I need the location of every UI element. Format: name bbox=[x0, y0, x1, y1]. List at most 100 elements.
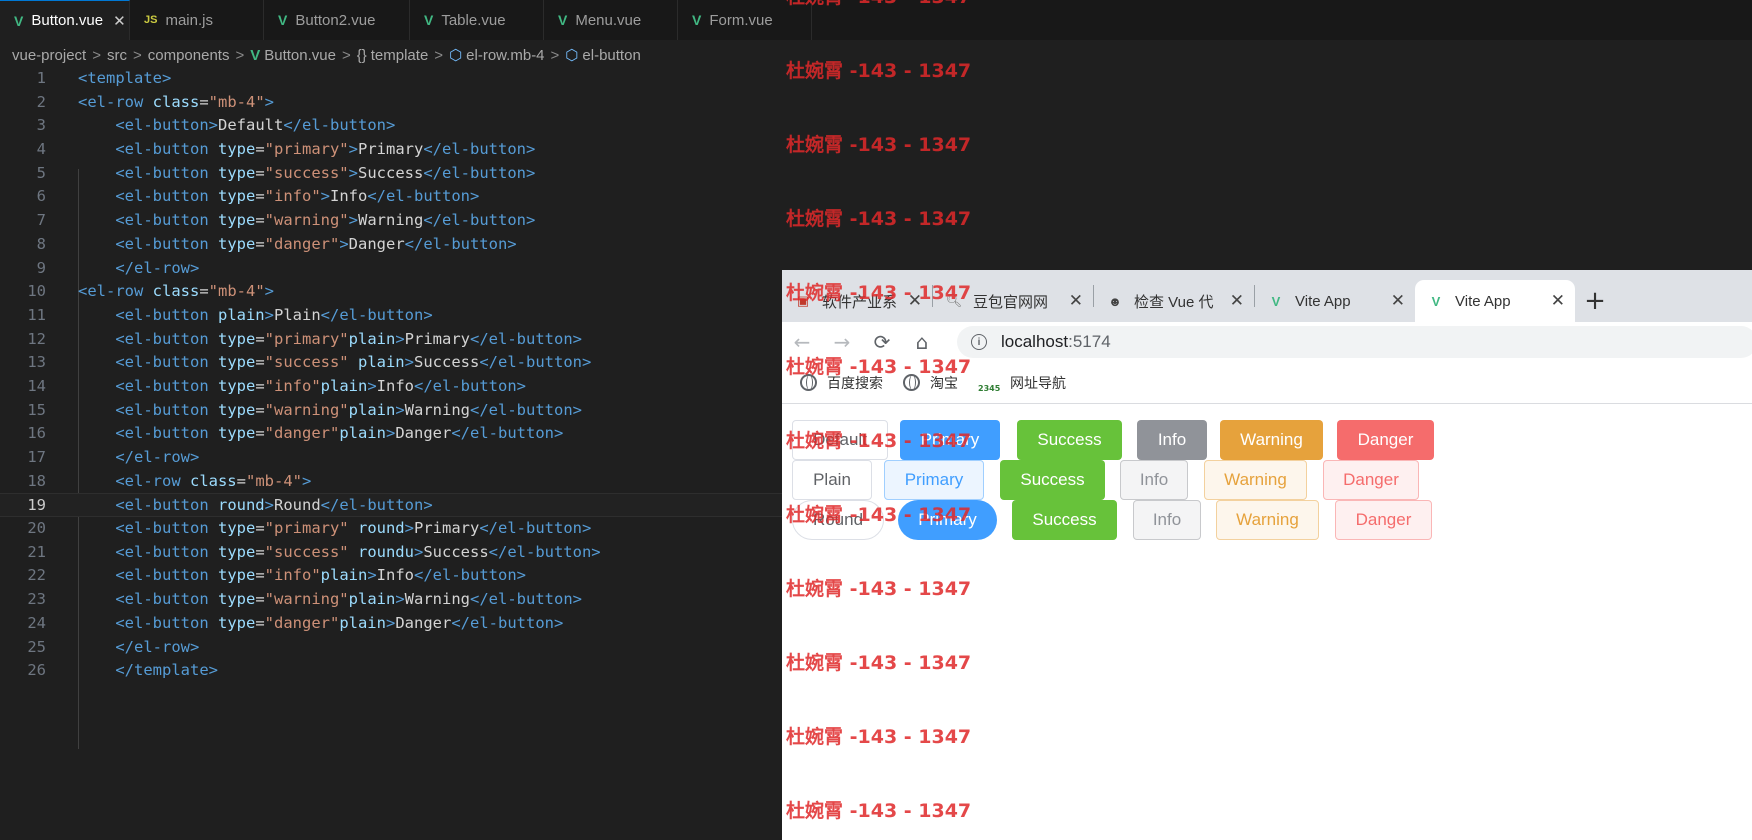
breadcrumb-item[interactable]: el-button bbox=[582, 47, 640, 64]
code-line[interactable]: 5 <el-button type="success">Success</el-… bbox=[0, 162, 782, 186]
editor-tab[interactable]: V Form.vue bbox=[678, 0, 812, 40]
el-button-warning[interactable]: Warning bbox=[1220, 420, 1323, 460]
breadcrumb-item[interactable]: src bbox=[107, 47, 127, 64]
code-text: <el-button type="warning">Warning</el-bu… bbox=[115, 211, 536, 230]
new-tab-button[interactable]: + bbox=[1575, 280, 1615, 322]
browser-tab[interactable]: ☻ 检查 Vue 代 ✕ bbox=[1094, 280, 1254, 322]
code-text: <el-button plain>Plain</el-button> bbox=[115, 305, 433, 324]
code-line[interactable]: 19 <el-button round>Round</el-button> bbox=[0, 493, 782, 518]
el-button-success[interactable]: Success bbox=[1017, 420, 1122, 460]
browser-toolbar: ← → ⟳ ⌂ i localhost:5174 bbox=[782, 322, 1752, 362]
breadcrumb-item[interactable]: Button.vue bbox=[264, 47, 336, 64]
button-label: Primary bbox=[920, 430, 980, 449]
breadcrumb-item[interactable]: template bbox=[371, 47, 429, 64]
globe-icon bbox=[903, 374, 920, 391]
el-button-primary[interactable]: Primary bbox=[898, 500, 997, 540]
bookmark-item[interactable]: 淘宝 bbox=[903, 373, 958, 393]
chevron-right-icon: > bbox=[132, 46, 142, 64]
code-line[interactable]: 7 <el-button type="warning">Warning</el-… bbox=[0, 209, 782, 233]
close-tab-icon[interactable]: ✕ bbox=[1230, 291, 1244, 311]
button-label: Success bbox=[1037, 430, 1102, 449]
el-button-danger[interactable]: Danger bbox=[1335, 500, 1432, 540]
code-line[interactable]: 18 <el-row class="mb-4"> bbox=[0, 470, 782, 494]
address-bar[interactable]: i localhost:5174 bbox=[957, 326, 1752, 358]
chevron-right-icon: > bbox=[550, 46, 560, 64]
el-button-success[interactable]: Success bbox=[1012, 500, 1117, 540]
home-icon[interactable]: ⌂ bbox=[902, 330, 942, 354]
code-line[interactable]: 21 <el-button type="success" roundu>Succ… bbox=[0, 541, 782, 565]
breadcrumb-item[interactable]: el-row.mb-4 bbox=[466, 47, 544, 64]
button-label: Warning bbox=[1236, 510, 1299, 529]
code-line[interactable]: 1 <template> bbox=[0, 67, 782, 91]
code-text: </el-row> bbox=[115, 448, 200, 466]
browser-tab[interactable]: V Vite App ✕ bbox=[1255, 280, 1415, 322]
browser-tab[interactable]: V Vite App ✕ bbox=[1415, 280, 1575, 322]
browser-tab-title: 检查 Vue 代 bbox=[1134, 293, 1214, 311]
close-tab-icon[interactable]: ✕ bbox=[1069, 291, 1083, 311]
el-button-default[interactable]: Default bbox=[792, 420, 888, 460]
el-button-info[interactable]: Info bbox=[1120, 460, 1188, 500]
close-tab-icon[interactable]: ✕ bbox=[1391, 291, 1405, 311]
breadcrumb-item[interactable]: components bbox=[148, 47, 230, 64]
code-line[interactable]: 10 <el-row class="mb-4"> bbox=[0, 280, 782, 304]
line-number: 15 bbox=[27, 400, 46, 419]
bookmark-item[interactable]: 2345 网址导航 bbox=[978, 373, 1066, 393]
el-button-danger[interactable]: Danger bbox=[1323, 460, 1419, 500]
el-button-plain[interactable]: Plain bbox=[792, 460, 872, 500]
el-button-round[interactable]: Round bbox=[792, 500, 884, 540]
el-button-danger[interactable]: Danger bbox=[1337, 420, 1434, 460]
bookmark-item[interactable]: 百度搜索 bbox=[800, 373, 883, 393]
editor-tab-bar: V Button.vue ✕ JS main.js V Button2.vue V Table.… bbox=[0, 0, 1752, 40]
el-button-primary[interactable]: Primary bbox=[884, 460, 984, 500]
code-line[interactable]: 9 </el-row> bbox=[0, 257, 782, 281]
code-line[interactable]: 22 <el-button type="info"plain>Info</el-… bbox=[0, 564, 782, 588]
code-line[interactable]: 12 <el-button type="primary"plain>Primar… bbox=[0, 328, 782, 352]
code-line[interactable]: 4 <el-button type="primary">Primary</el-… bbox=[0, 138, 782, 162]
editor-tab[interactable]: JS main.js bbox=[130, 0, 264, 40]
browser-tab[interactable]: ▣ 软件产业系 ✕ bbox=[782, 280, 932, 322]
close-tab-icon[interactable]: ✕ bbox=[1551, 291, 1565, 311]
code-line[interactable]: 2 <el-row class="mb-4"> bbox=[0, 91, 782, 115]
el-button-info[interactable]: Info bbox=[1133, 500, 1201, 540]
code-line[interactable]: 26 </template> bbox=[0, 659, 782, 683]
code-text: <el-button type="danger"plain>Danger</el… bbox=[115, 613, 564, 632]
vue-file-icon: V bbox=[558, 12, 568, 28]
code-text: <el-button type="warning"plain>Warning</… bbox=[115, 590, 582, 609]
el-button-primary[interactable]: Primary bbox=[900, 420, 1000, 460]
code-line[interactable]: 15 <el-button type="warning"plain>Warnin… bbox=[0, 399, 782, 423]
code-line[interactable]: 25 </el-row> bbox=[0, 636, 782, 660]
el-button-warning[interactable]: Warning bbox=[1216, 500, 1319, 540]
close-tab-icon[interactable]: ✕ bbox=[908, 291, 922, 311]
editor-tab[interactable]: V Button.vue ✕ bbox=[0, 0, 130, 40]
editor-tab[interactable]: V Menu.vue bbox=[544, 0, 678, 40]
editor-tab-label: Menu.vue bbox=[575, 11, 642, 29]
code-line[interactable]: 13 <el-button type="success" plain>Succe… bbox=[0, 351, 782, 375]
code-editor[interactable]: 1 <template> 2 <el-row class="mb-4"> 3 <el-b… bbox=[0, 67, 782, 749]
browser-tab[interactable]: 🔍︎ 豆包官网网 ✕ bbox=[933, 280, 1093, 322]
code-line[interactable]: 11 <el-button plain>Plain</el-button> bbox=[0, 304, 782, 328]
code-text: <template> bbox=[78, 69, 172, 87]
code-line[interactable]: 20 <el-button type="primary" round>Prima… bbox=[0, 517, 782, 541]
code-line[interactable]: 8 <el-button type="danger">Danger</el-bu… bbox=[0, 233, 782, 257]
code-line[interactable]: 6 <el-button type="info">Info</el-button… bbox=[0, 185, 782, 209]
el-button-success[interactable]: Success bbox=[1000, 460, 1105, 500]
site-info-icon[interactable]: i bbox=[971, 334, 987, 350]
code-line[interactable]: 3 <el-button>Default</el-button> bbox=[0, 114, 782, 138]
editor-tab[interactable]: V Button2.vue bbox=[264, 0, 410, 40]
code-line[interactable]: 23 <el-button type="warning"plain>Warnin… bbox=[0, 588, 782, 612]
el-button-info[interactable]: Info bbox=[1137, 420, 1207, 460]
editor-tab[interactable]: V Table.vue bbox=[410, 0, 544, 40]
back-icon[interactable]: ← bbox=[782, 330, 822, 354]
reload-icon[interactable]: ⟳ bbox=[862, 330, 902, 354]
code-text: <el-button type="danger">Danger</el-butt… bbox=[115, 234, 517, 253]
button-label: Default bbox=[813, 430, 867, 449]
code-line[interactable]: 17 </el-row> bbox=[0, 446, 782, 470]
code-line[interactable]: 24 <el-button type="danger"plain>Danger<… bbox=[0, 612, 782, 636]
breadcrumb-item[interactable]: vue-project bbox=[12, 47, 86, 64]
url-host: localhost bbox=[1001, 332, 1069, 351]
close-icon[interactable]: ✕ bbox=[113, 12, 126, 30]
el-button-warning[interactable]: Warning bbox=[1204, 460, 1307, 500]
code-line[interactable]: 14 <el-button type="info"plain>Info</el-… bbox=[0, 375, 782, 399]
code-line[interactable]: 16 <el-button type="danger"plain>Danger<… bbox=[0, 422, 782, 446]
forward-icon[interactable]: → bbox=[822, 330, 862, 354]
